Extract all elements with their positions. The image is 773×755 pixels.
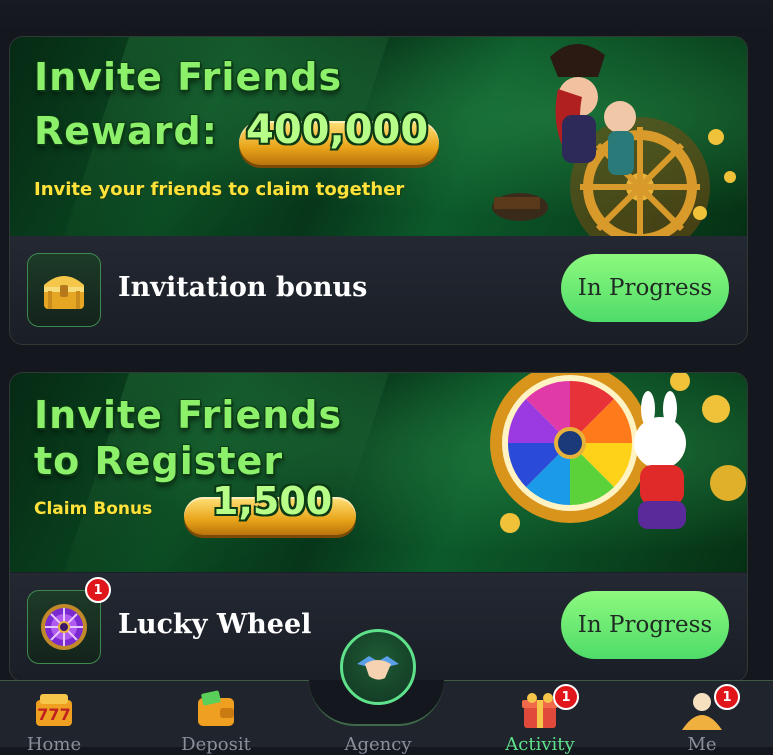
invite-register-banner[interactable]: Invite Friends to Register Claim Bonus 1… — [10, 373, 747, 572]
pirate-illustration — [492, 43, 736, 236]
nav-item-deposit[interactable]: Deposit — [156, 684, 276, 755]
invitation-bonus-card[interactable]: Invite Friends Reward: 400,000 Invite yo… — [9, 36, 748, 345]
in-progress-button[interactable]: In Progress — [561, 591, 729, 659]
invite-reward-banner[interactable]: Invite Friends Reward: 400,000 Invite yo… — [10, 37, 747, 236]
lucky-wheel-badge: 1 — [85, 577, 111, 603]
nav-item-home[interactable]: 777 Home — [0, 684, 114, 755]
activity-badge: 1 — [553, 684, 579, 710]
treasure-chest-icon — [27, 253, 101, 327]
nav-label-activity: Activity — [505, 734, 575, 755]
invitation-bonus-title: Invitation bonus — [118, 272, 368, 303]
me-badge: 1 — [714, 684, 740, 710]
lucky-wheel-illustration — [490, 373, 746, 533]
banner-subtitle: Invite your friends to claim together — [34, 179, 405, 200]
reward-amount: 400,000 — [246, 107, 429, 153]
claim-bonus-label: Claim Bonus — [34, 499, 153, 519]
nav-label-agency: Agency — [344, 734, 412, 755]
lucky-wheel-title: Lucky Wheel — [118, 609, 312, 640]
invitation-bonus-bar: Invitation bonus In Progress — [10, 236, 747, 344]
home-icon: 777 — [36, 694, 72, 726]
nav-label-me: Me — [687, 734, 717, 755]
nav-label-home: Home — [26, 734, 82, 755]
banner-title-line1: Invite Friends — [34, 55, 343, 99]
in-progress-button[interactable]: In Progress — [561, 254, 729, 322]
handshake-icon — [357, 656, 399, 680]
svg-text:777: 777 — [37, 705, 70, 724]
nav-label-deposit: Deposit — [181, 734, 251, 755]
nav-item-agency[interactable]: Agency — [318, 684, 438, 755]
nav-item-activity[interactable]: 1 Activity — [480, 684, 600, 755]
bonus-amount: 1,500 — [212, 479, 333, 523]
nav-item-me[interactable]: 1 Me — [642, 684, 762, 755]
banner-title-line2: Reward: — [34, 109, 218, 153]
top-fade — [0, 0, 773, 34]
banner-title-line2: to Register — [34, 439, 284, 483]
banner-title-line1: Invite Friends — [34, 393, 343, 437]
wallet-icon — [198, 690, 234, 726]
wheel-icon — [27, 590, 101, 664]
